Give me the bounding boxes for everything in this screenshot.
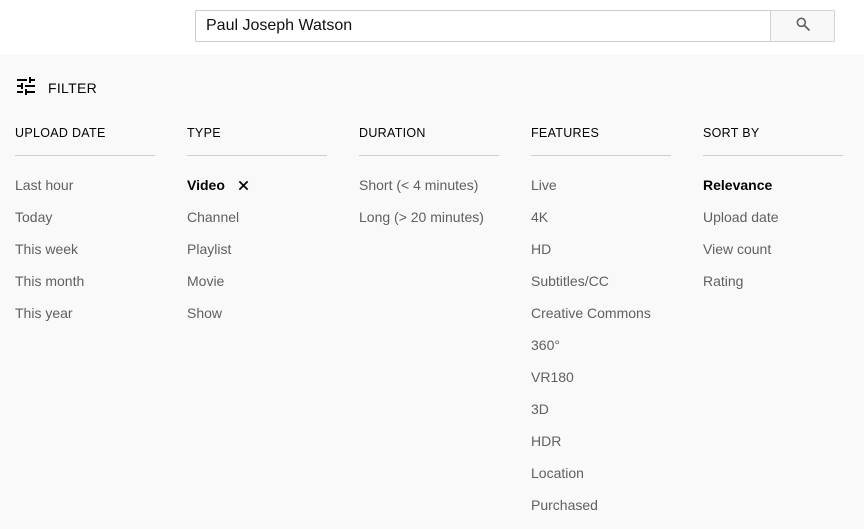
filter-group-type: TYPE Video Channel Playlist Movie Show [187,126,327,527]
close-icon[interactable] [238,175,249,195]
filter-option-live[interactable]: Live [531,175,671,207]
search-input[interactable] [195,10,771,42]
filter-option-label: Movie [187,273,225,289]
tune-sliders-icon [14,74,38,103]
filter-group-features: FEATURES Live 4K HD Subtitles/CC Creative Com… [531,126,671,527]
filter-option-subtitles-cc[interactable]: Subtitles/CC [531,271,671,303]
filter-option-label: Creative Commons [531,305,651,321]
filter-option-label: HD [531,241,552,257]
filter-option-show[interactable]: Show [187,303,327,335]
filter-option-playlist[interactable]: Playlist [187,239,327,271]
filter-option-label: Channel [187,209,240,225]
filter-option-label: Short (< 4 minutes) [359,177,479,193]
filter-option-video[interactable]: Video [187,175,327,207]
filter-option-label: Rating [703,273,744,289]
filter-option-label: This year [15,305,73,321]
filter-option-label: Live [531,177,557,193]
filter-option-label: Long (> 20 minutes) [359,209,484,225]
filter-option-hd[interactable]: HD [531,239,671,271]
filter-option-relevance[interactable]: Relevance [703,175,843,207]
filter-option-label: HDR [531,433,562,449]
search-icon [795,16,811,37]
filter-option-label: View count [703,241,772,257]
filter-option-movie[interactable]: Movie [187,271,327,303]
filter-option-this-year[interactable]: This year [15,303,155,335]
top-bar [0,0,864,54]
filter-option-this-week[interactable]: This week [15,239,155,271]
filter-group-header: TYPE [187,126,327,156]
filter-option-3d[interactable]: 3D [531,399,671,431]
filter-options-list: Last hour Today This week This month This ye… [15,175,155,335]
search-button[interactable] [770,10,835,42]
filter-options-list: Relevance Upload date View count Rating [703,175,843,303]
filter-group-header: DURATION [359,126,499,156]
filter-option-label: Purchased [531,497,598,513]
filter-option-today[interactable]: Today [15,207,155,239]
filter-option-this-month[interactable]: This month [15,271,155,303]
filter-option-label: Relevance [703,177,773,193]
filter-option-last-hour[interactable]: Last hour [15,175,155,207]
filter-label: FILTER [48,80,97,96]
filter-option-360[interactable]: 360° [531,335,671,367]
filter-group-sort-by: SORT BY Relevance Upload date View count Rat… [703,126,843,527]
filter-option-rating[interactable]: Rating [703,271,843,303]
filter-option-label: Upload date [703,209,779,225]
filter-option-label: Today [15,209,53,225]
filter-option-creative-commons[interactable]: Creative Commons [531,303,671,335]
filter-option-label: 3D [531,401,549,417]
filter-group-header: UPLOAD DATE [15,126,155,156]
filter-option-view-count[interactable]: View count [703,239,843,271]
filter-group-header: FEATURES [531,126,671,156]
filter-option-4k[interactable]: 4K [531,207,671,239]
filter-option-label: Video [187,177,225,193]
filter-option-short-4-minutes[interactable]: Short (< 4 minutes) [359,175,499,207]
filter-option-label: Subtitles/CC [531,273,609,289]
filter-option-label: This week [15,241,79,257]
filter-option-label: 4K [531,209,549,225]
filter-option-upload-date[interactable]: Upload date [703,207,843,239]
filter-options-list: Live 4K HD Subtitles/CC Creative Commons 360°… [531,175,671,527]
filter-group-upload-date: UPLOAD DATE Last hour Today This week This m… [15,126,155,527]
filter-option-label: Show [187,305,223,321]
filter-option-channel[interactable]: Channel [187,207,327,239]
filter-option-long-20-minutes[interactable]: Long (> 20 minutes) [359,207,499,239]
filter-group-header: SORT BY [703,126,843,156]
filter-option-label: Last hour [15,177,74,193]
filter-options-list: Video Channel Playlist Movie Show [187,175,327,335]
filter-option-label: VR180 [531,369,574,385]
filter-option-location[interactable]: Location [531,463,671,495]
filter-option-label: 360° [531,337,560,353]
filter-options-list: Short (< 4 minutes) Long (> 20 minutes) [359,175,499,239]
filter-panel: UPLOAD DATE Last hour Today This week This m… [15,126,843,527]
filter-option-label: This month [15,273,85,289]
filter-option-label: Location [531,465,584,481]
filter-option-hdr[interactable]: HDR [531,431,671,463]
filter-option-vr180[interactable]: VR180 [531,367,671,399]
filter-option-label: Playlist [187,241,232,257]
filter-option-purchased[interactable]: Purchased [531,495,671,527]
filter-group-duration: DURATION Short (< 4 minutes) Long (> 20 mi… [359,126,499,527]
filter-toggle-button[interactable]: FILTER [14,76,97,100]
